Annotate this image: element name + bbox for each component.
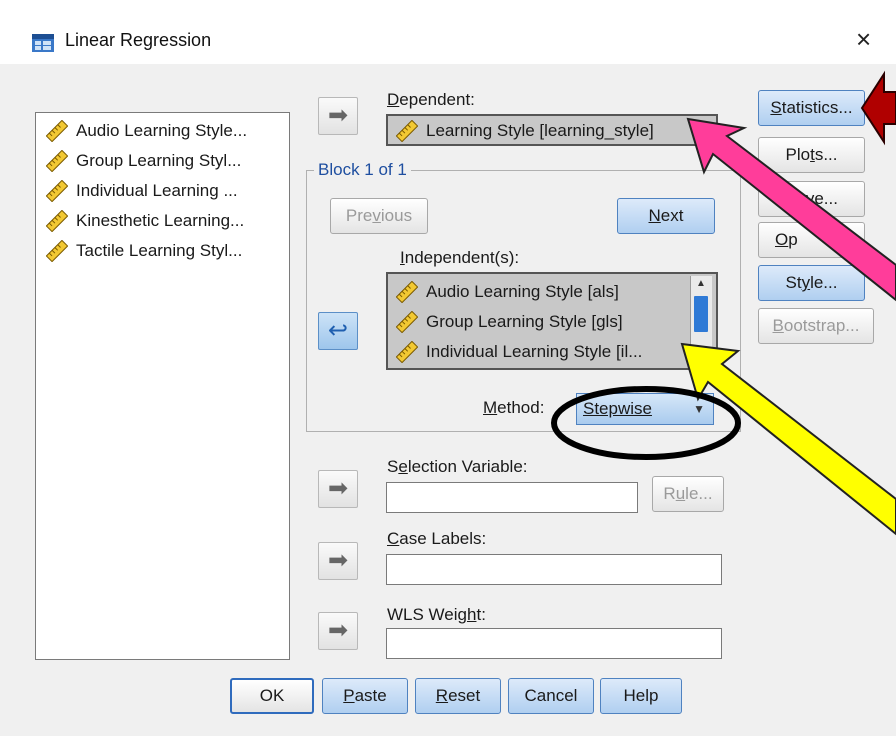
next-button[interactable]: Next	[617, 198, 715, 234]
scale-ruler-icon	[396, 120, 418, 142]
chevron-down-icon: ▼	[693, 402, 705, 416]
right-arrow-icon: ➡	[327, 547, 349, 574]
scroll-thumb[interactable]	[694, 296, 708, 332]
options-button[interactable]: Op	[758, 222, 865, 258]
wls-weight-field[interactable]	[386, 628, 722, 659]
rule-button[interactable]: Ru le...	[652, 476, 724, 512]
case-labels-field[interactable]	[386, 554, 722, 585]
reset-button[interactable]: Reset	[415, 678, 501, 714]
variable-label: Audio Learning Style...	[76, 121, 248, 140]
left-arrow-icon: ↩	[327, 317, 349, 344]
move-to-dependent-button[interactable]: ➡	[318, 97, 358, 135]
list-item[interactable]: Group Learning Style [gls]	[396, 308, 623, 336]
scale-ruler-icon	[46, 120, 68, 142]
move-to-case-labels-button[interactable]: ➡	[318, 542, 358, 580]
plots-button[interactable]: Plo t s...	[758, 137, 865, 173]
scale-ruler-icon	[46, 210, 68, 232]
list-item[interactable]: Individual Learning ...	[46, 177, 238, 205]
list-item[interactable]: Tactile Learning Styl...	[46, 237, 242, 265]
variable-label: Individual Learning ...	[76, 181, 238, 200]
scale-ruler-icon	[46, 240, 68, 262]
scale-ruler-icon	[396, 341, 418, 363]
list-item[interactable]: Audio Learning Style [als]	[396, 278, 619, 306]
independents-label: Independent(s):	[400, 248, 520, 267]
method-select[interactable]: Stepwise ▼	[576, 393, 714, 425]
scale-ruler-icon	[396, 311, 418, 333]
wls-weight-label: WLS Weight:	[387, 605, 486, 624]
spss-dialog-icon	[32, 34, 54, 52]
linear-regression-dialog: Linear Regression × Audio Learning Style…	[0, 0, 896, 736]
case-labels-label: Case Labels:	[387, 529, 487, 548]
right-arrow-icon: ➡	[327, 617, 349, 644]
list-item[interactable]: Audio Learning Style...	[46, 117, 247, 145]
variable-label: Tactile Learning Styl...	[76, 241, 243, 260]
move-to-wls-button[interactable]: ➡	[318, 612, 358, 650]
right-arrow-icon: ➡	[327, 102, 349, 129]
previous-button[interactable]: Pre v ious	[330, 198, 428, 234]
window-title: Linear Regression	[65, 30, 212, 50]
ok-button[interactable]: OK	[230, 678, 314, 714]
close-icon[interactable]: ×	[856, 26, 871, 52]
move-to-independents-button[interactable]: ↩	[318, 312, 358, 350]
scale-ruler-icon	[46, 150, 68, 172]
statistics-button[interactable]: Statistics...	[758, 90, 865, 126]
selection-variable-field[interactable]	[386, 482, 638, 513]
right-arrow-icon: ➡	[327, 475, 349, 502]
block-legend: Block 1 of 1	[314, 160, 411, 180]
source-variable-list[interactable]: Audio Learning Style... Group Learning S…	[35, 112, 290, 660]
selection-variable-label: Selection Variable:	[387, 457, 528, 476]
variable-label: Group Learning Styl...	[76, 151, 242, 170]
list-item[interactable]: Kinesthetic Learning...	[46, 207, 244, 235]
save-button[interactable]: Sa ve...	[758, 181, 865, 217]
help-button[interactable]: Help	[600, 678, 682, 714]
move-to-selection-button[interactable]: ➡	[318, 470, 358, 508]
variable-label: Kinesthetic Learning...	[76, 211, 245, 230]
dependent-field[interactable]: Learning Style [learning_style]	[386, 114, 718, 146]
paste-button[interactable]: Paste	[322, 678, 408, 714]
list-item[interactable]: Individual Learning Style [il...	[396, 338, 642, 366]
independents-scrollbar[interactable]: ▲	[690, 276, 712, 366]
scroll-up-icon[interactable]: ▲	[693, 278, 709, 292]
scale-ruler-icon	[46, 180, 68, 202]
dependent-label: Dependent:	[387, 90, 475, 109]
list-item[interactable]: Group Learning Styl...	[46, 147, 241, 175]
independents-list[interactable]: Audio Learning Style [als] Group Learnin…	[386, 272, 718, 370]
dependent-variable[interactable]: Learning Style [learning_style]	[396, 117, 654, 145]
title-bar: Linear Regression ×	[0, 0, 896, 64]
cancel-button[interactable]: Cancel	[508, 678, 594, 714]
method-label: Method:	[483, 398, 545, 417]
scale-ruler-icon	[396, 281, 418, 303]
style-button[interactable]: St y le...	[758, 265, 865, 301]
bootstrap-button[interactable]: Bootstrap...	[758, 308, 874, 344]
